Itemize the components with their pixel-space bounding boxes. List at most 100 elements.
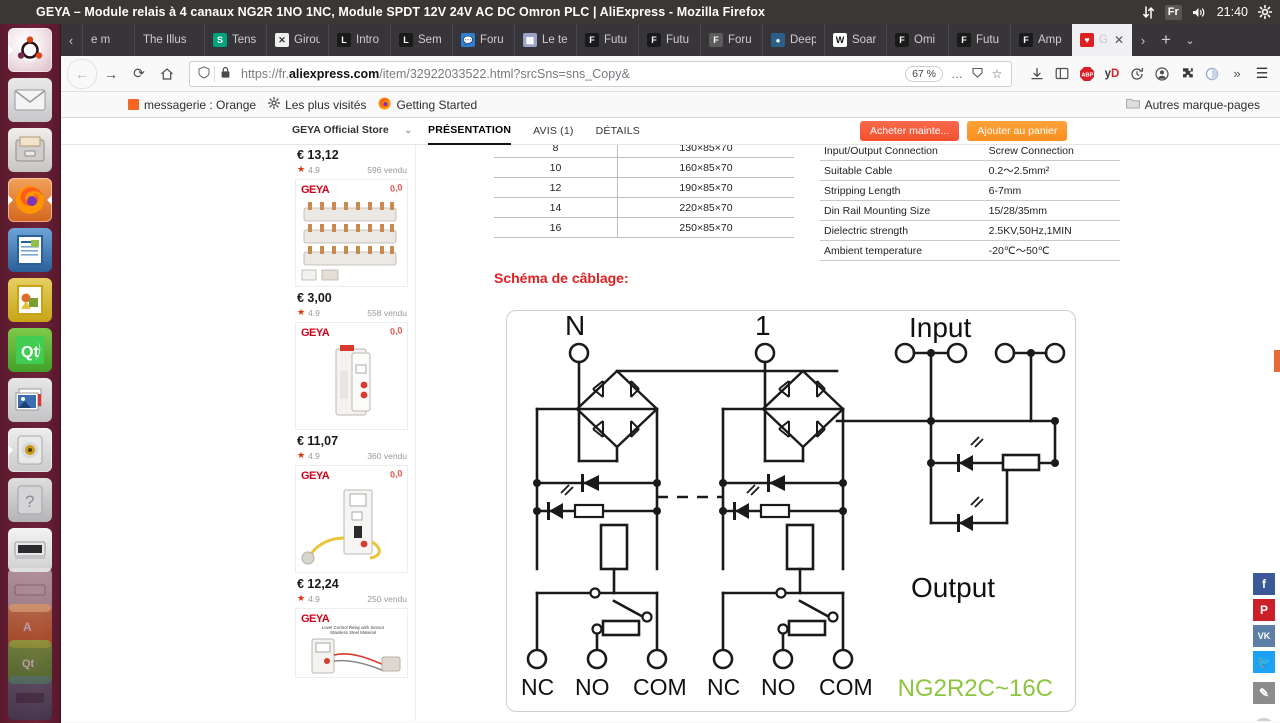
clock[interactable]: 21:40 — [1217, 5, 1248, 19]
browser-tab[interactable]: ● Deep — [762, 24, 824, 56]
section-title-wiring-diagram: Schéma de câblage: — [494, 270, 629, 286]
keyboard-layout-indicator[interactable]: Fr — [1164, 4, 1182, 20]
pinterest-share-icon[interactable]: P — [1253, 599, 1275, 621]
launcher-extra-app-4[interactable] — [8, 676, 52, 720]
tab-avis[interactable]: AVIS (1) — [533, 118, 574, 144]
library-icon[interactable] — [1051, 62, 1073, 86]
store-selector[interactable]: GEYA Official Store ⌄ — [292, 121, 412, 139]
extension-puzzle-icon[interactable] — [1176, 62, 1198, 86]
shield-icon[interactable] — [194, 65, 214, 82]
product-image[interactable]: GEYA 0,0 — [295, 179, 408, 287]
launcher-help-icon[interactable]: ? — [8, 478, 52, 522]
launcher-firefox[interactable] — [8, 178, 52, 222]
browser-tab[interactable]: F Futu — [948, 24, 1010, 56]
firefox-icon — [378, 97, 391, 113]
zoom-level-indicator[interactable]: 67 % — [905, 65, 943, 82]
browser-tab[interactable]: F Futu — [576, 24, 638, 56]
volume-icon[interactable] — [1192, 6, 1207, 19]
launcher-ubuntu-dash[interactable] — [8, 28, 52, 72]
product-sold-count: 250 vendu — [367, 593, 407, 604]
related-products-rail: € 13,12 ★ 4.9 596 vendu GEYA 0,0 € 3,00 … — [289, 144, 416, 721]
browser-tab-active[interactable]: ♥ GE ✕ — [1072, 24, 1132, 56]
bookmark-les-plus-visites[interactable]: Les plus visités — [262, 95, 372, 114]
launcher-thunderbird-mail[interactable] — [8, 78, 52, 122]
bookmark-getting-started[interactable]: Getting Started — [372, 95, 483, 115]
privacy-badger-icon[interactable] — [1201, 62, 1223, 86]
browser-tab[interactable]: F Omi — [886, 24, 948, 56]
product-card[interactable]: € 12,24 ★ 4.9 250 vendu GEYA Level Contr… — [289, 573, 415, 678]
browser-tab[interactable]: F Foru — [700, 24, 762, 56]
launcher-files-nautilus[interactable] — [8, 128, 52, 172]
product-image[interactable]: GEYA 0,0 — [295, 465, 408, 573]
svg-text:NO: NO — [761, 674, 796, 700]
forward-button[interactable]: → — [97, 60, 125, 88]
browser-tab[interactable]: 💬 Foru — [452, 24, 514, 56]
tab-presentation[interactable]: PRÉSENTATION — [428, 118, 512, 145]
browser-tab[interactable]: e m — [82, 24, 134, 56]
list-all-tabs-button[interactable]: ⌄ — [1178, 24, 1202, 56]
gear-icon[interactable] — [1258, 5, 1272, 19]
launcher-audacity[interactable] — [8, 428, 52, 472]
browser-tab[interactable]: S Tens — [204, 24, 266, 56]
cell-key: Din Rail Mounting Size — [820, 200, 983, 221]
edit-share-icon[interactable]: ✎ — [1253, 682, 1275, 704]
account-icon[interactable] — [1151, 62, 1173, 86]
browser-tab[interactable]: F Amp — [1010, 24, 1072, 56]
launcher-simple-scan[interactable] — [8, 528, 52, 572]
tab-label: Futu — [976, 34, 1000, 46]
tab-scroll-right-button[interactable]: › — [1132, 24, 1154, 56]
facebook-share-icon[interactable]: f — [1253, 573, 1275, 595]
browser-tab[interactable]: F Futu — [638, 24, 700, 56]
tab-close-icon[interactable]: ✕ — [1114, 33, 1124, 47]
page-actions-icon[interactable]: … — [947, 67, 967, 81]
network-icon[interactable] — [1142, 5, 1155, 19]
new-tab-button[interactable]: + — [1154, 24, 1178, 56]
cell-value: 6-7mm — [982, 180, 1120, 201]
twitter-share-icon[interactable]: 🐦 — [1253, 651, 1275, 673]
downloads-icon[interactable] — [1026, 62, 1048, 86]
youtube-downloader-icon[interactable]: yD — [1101, 62, 1123, 86]
buy-now-button[interactable]: Acheter mainte... — [860, 121, 960, 141]
address-bar[interactable]: https://fr.aliexpress.com/item/329220335… — [189, 60, 1012, 87]
lock-icon[interactable] — [215, 66, 235, 82]
product-image[interactable]: GEYA Level Control Relay with Sensor Sta… — [295, 608, 408, 678]
tab-scroll-left-button[interactable]: ‹ — [60, 24, 82, 56]
launcher-libreoffice-writer[interactable] — [8, 228, 52, 272]
history-icon[interactable] — [1126, 62, 1148, 86]
home-button[interactable] — [153, 60, 181, 88]
reader-mode-icon[interactable] — [967, 66, 987, 82]
url-text[interactable]: https://fr.aliexpress.com/item/329220335… — [235, 67, 905, 81]
product-rating: ★ 4.9 — [297, 593, 320, 604]
product-image[interactable]: GEYA 0,0 — [295, 322, 408, 430]
product-card[interactable]: € 11,07 ★ 4.9 360 vendu GEYA 0,0 — [289, 430, 415, 573]
product-card[interactable]: € 3,00 ★ 4.9 558 vendu GEYA 0,0 — [289, 287, 415, 430]
hamburger-menu-icon[interactable]: ☰ — [1251, 62, 1273, 86]
browser-tab[interactable]: ▩ Le te — [514, 24, 576, 56]
back-button[interactable]: ← — [67, 58, 97, 89]
product-card[interactable]: € 13,12 ★ 4.9 596 vendu GEYA 0,0 — [289, 144, 415, 287]
vk-share-icon[interactable]: VK — [1253, 625, 1275, 647]
page-scrollbar[interactable] — [1274, 118, 1280, 721]
browser-tab[interactable]: L Intro — [328, 24, 390, 56]
browser-tab[interactable]: ✕ Girou — [266, 24, 328, 56]
adblock-plus-icon[interactable]: ABP — [1076, 62, 1098, 86]
other-bookmarks-folder[interactable]: Autres marque-pages — [1120, 95, 1266, 114]
browser-tab[interactable]: The Illus — [134, 24, 204, 56]
bookmark-messagerie-orange[interactable]: messagerie : Orange — [122, 96, 262, 114]
scrollbar-thumb[interactable] — [1274, 350, 1280, 372]
reload-button[interactable]: ⟳ — [125, 60, 153, 88]
launcher-libreoffice-impress[interactable] — [8, 278, 52, 322]
launcher-shotwell-photos[interactable] — [8, 378, 52, 422]
browser-tab[interactable]: W Soar — [824, 24, 886, 56]
product-rating: ★ 4.9 — [297, 307, 320, 318]
close-share-icon[interactable]: ✕ — [1253, 718, 1275, 721]
add-to-cart-button[interactable]: Ajouter au panier — [967, 121, 1068, 141]
cell-value: 2.5KV,50Hz,1MIN — [982, 220, 1120, 241]
launcher-qt-creator[interactable]: Qt — [8, 328, 52, 372]
overflow-icon[interactable]: » — [1226, 62, 1248, 86]
browser-tab[interactable]: L Sem — [390, 24, 452, 56]
cell-dimension: 130×85×70 — [617, 144, 794, 158]
tab-details[interactable]: DÉTAILS — [596, 118, 640, 144]
aliexpress-sticky-header: GEYA Official Store ⌄ PRÉSENTATION AVIS … — [60, 118, 1280, 145]
bookmark-star-icon[interactable]: ☆ — [987, 67, 1007, 81]
